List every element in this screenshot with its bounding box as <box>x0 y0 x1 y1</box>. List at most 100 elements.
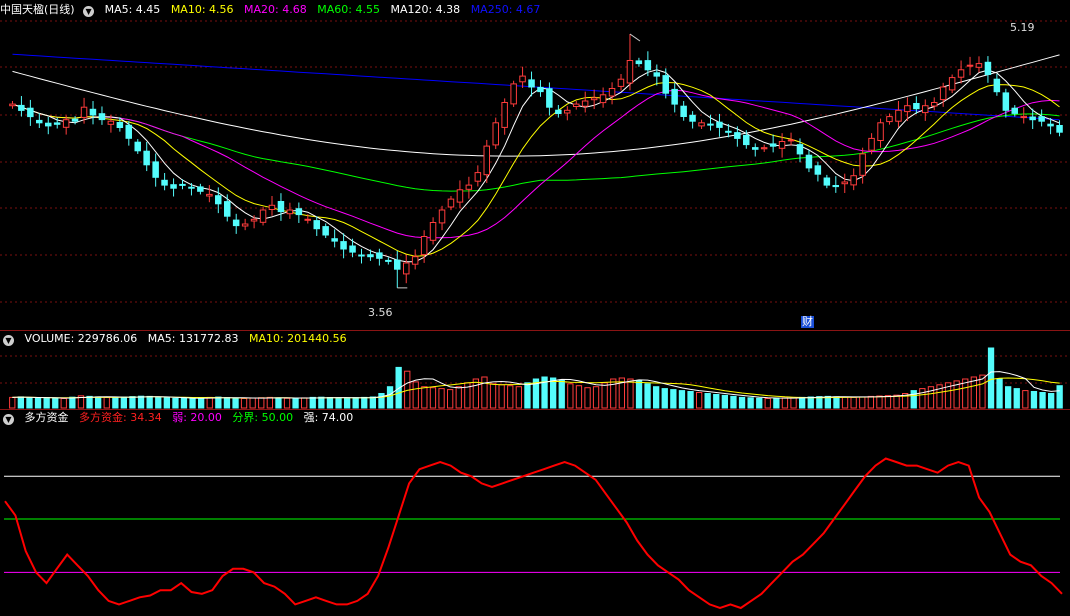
candle-body <box>9 103 16 107</box>
volume-bar <box>472 378 480 409</box>
candle-body <box>80 106 88 118</box>
candle-body <box>403 262 410 275</box>
volume-bar <box>1022 390 1029 409</box>
volume-bar <box>283 397 291 409</box>
candle-body <box>385 259 392 262</box>
volume-bar <box>318 396 325 409</box>
ma60-label: MA60: 4.55 <box>317 3 380 16</box>
candle-body <box>922 105 929 114</box>
candle-body <box>215 195 222 205</box>
volume-bar <box>704 393 711 409</box>
duofang-line <box>4 457 1063 610</box>
high-price-label: 5.19 <box>1010 21 1035 34</box>
volume-bar <box>189 398 196 409</box>
candle-body <box>590 97 598 101</box>
volume-bar <box>1013 388 1020 409</box>
ma250-line <box>12 53 1060 121</box>
volume-bar <box>1005 386 1012 409</box>
candle-body <box>1002 92 1010 111</box>
candle-body <box>805 154 813 169</box>
candle-body <box>662 75 669 94</box>
volume-bar <box>790 397 797 409</box>
volume-bar <box>146 395 153 409</box>
candle-body <box>349 245 356 253</box>
candle-body <box>581 100 589 107</box>
candle-body <box>760 147 768 150</box>
candle-body <box>528 79 535 88</box>
candle-body <box>197 186 204 192</box>
volume-bar <box>824 395 832 409</box>
candle-body <box>411 256 419 265</box>
weak-label: 弱: 20.00 <box>172 411 222 424</box>
collapse-arrow-icon[interactable]: ▼ <box>3 414 14 425</box>
candle-body <box>743 134 750 146</box>
volume-bar <box>326 397 334 409</box>
volume-bar <box>558 379 565 409</box>
volume-bar <box>859 396 866 409</box>
divide-label: 分界: 50.00 <box>232 411 294 424</box>
chart-canvas[interactable] <box>0 0 1070 612</box>
volume-bar <box>258 397 265 409</box>
collapse-arrow-icon[interactable]: ▼ <box>83 6 95 17</box>
candle-body <box>45 122 52 127</box>
volume-bar <box>653 386 660 409</box>
volume-bar <box>592 386 600 409</box>
volume-bar <box>223 397 231 409</box>
candle-body <box>617 78 625 87</box>
volume-bar <box>841 396 849 409</box>
volume-bar <box>850 396 857 409</box>
candle-body <box>823 177 831 186</box>
collapse-arrow-icon[interactable]: ▼ <box>3 335 14 346</box>
volume-bar <box>678 390 686 409</box>
candle-body <box>447 198 455 208</box>
volume-bar <box>721 394 729 409</box>
volume-bar <box>816 396 823 409</box>
candle-body <box>394 259 401 270</box>
volume-bar <box>266 396 274 409</box>
candle-body <box>286 209 294 215</box>
candle-body <box>340 241 347 250</box>
candle-body <box>904 105 911 113</box>
volume-bar <box>927 386 935 409</box>
candle-body <box>573 103 580 107</box>
ma20-line <box>12 89 1060 239</box>
candle-body <box>107 120 115 125</box>
candle-body <box>564 109 571 114</box>
volume-bar <box>1030 391 1038 409</box>
candle-body <box>814 165 822 175</box>
chart-stage[interactable] <box>0 0 1070 612</box>
candle-body <box>1029 116 1036 121</box>
candle-body <box>716 121 723 128</box>
candle-body <box>259 209 267 223</box>
volume-bar <box>670 389 677 409</box>
candle-body <box>1038 116 1045 122</box>
volume-bar <box>129 396 136 409</box>
candle-body <box>116 122 124 128</box>
volume-bar <box>301 397 308 409</box>
volume-bar <box>781 397 789 409</box>
candle-body <box>787 139 795 142</box>
volume-bar <box>515 386 523 409</box>
candle-body <box>599 94 607 104</box>
volume-bar <box>1039 392 1046 409</box>
candle-body <box>680 105 687 117</box>
ma5-label: MA5: 4.45 <box>104 3 161 16</box>
candle-body <box>635 60 643 65</box>
candle-body <box>984 61 992 75</box>
volume-bar <box>489 383 497 409</box>
volume-bar <box>120 396 127 409</box>
candle-body <box>492 122 499 146</box>
cai-marker[interactable]: 财 <box>801 316 814 328</box>
candle-body <box>322 226 329 236</box>
volume-bar <box>730 395 737 409</box>
volume-bar <box>60 398 67 409</box>
volume-bar <box>172 397 179 409</box>
volume-bar <box>206 396 213 409</box>
candle-body <box>859 153 866 176</box>
candle-body <box>850 175 857 186</box>
candle-body <box>689 114 696 122</box>
candle-body <box>796 144 804 155</box>
ma5-line <box>12 69 1060 263</box>
candle-body <box>1020 116 1027 119</box>
volume-bar <box>447 389 454 409</box>
